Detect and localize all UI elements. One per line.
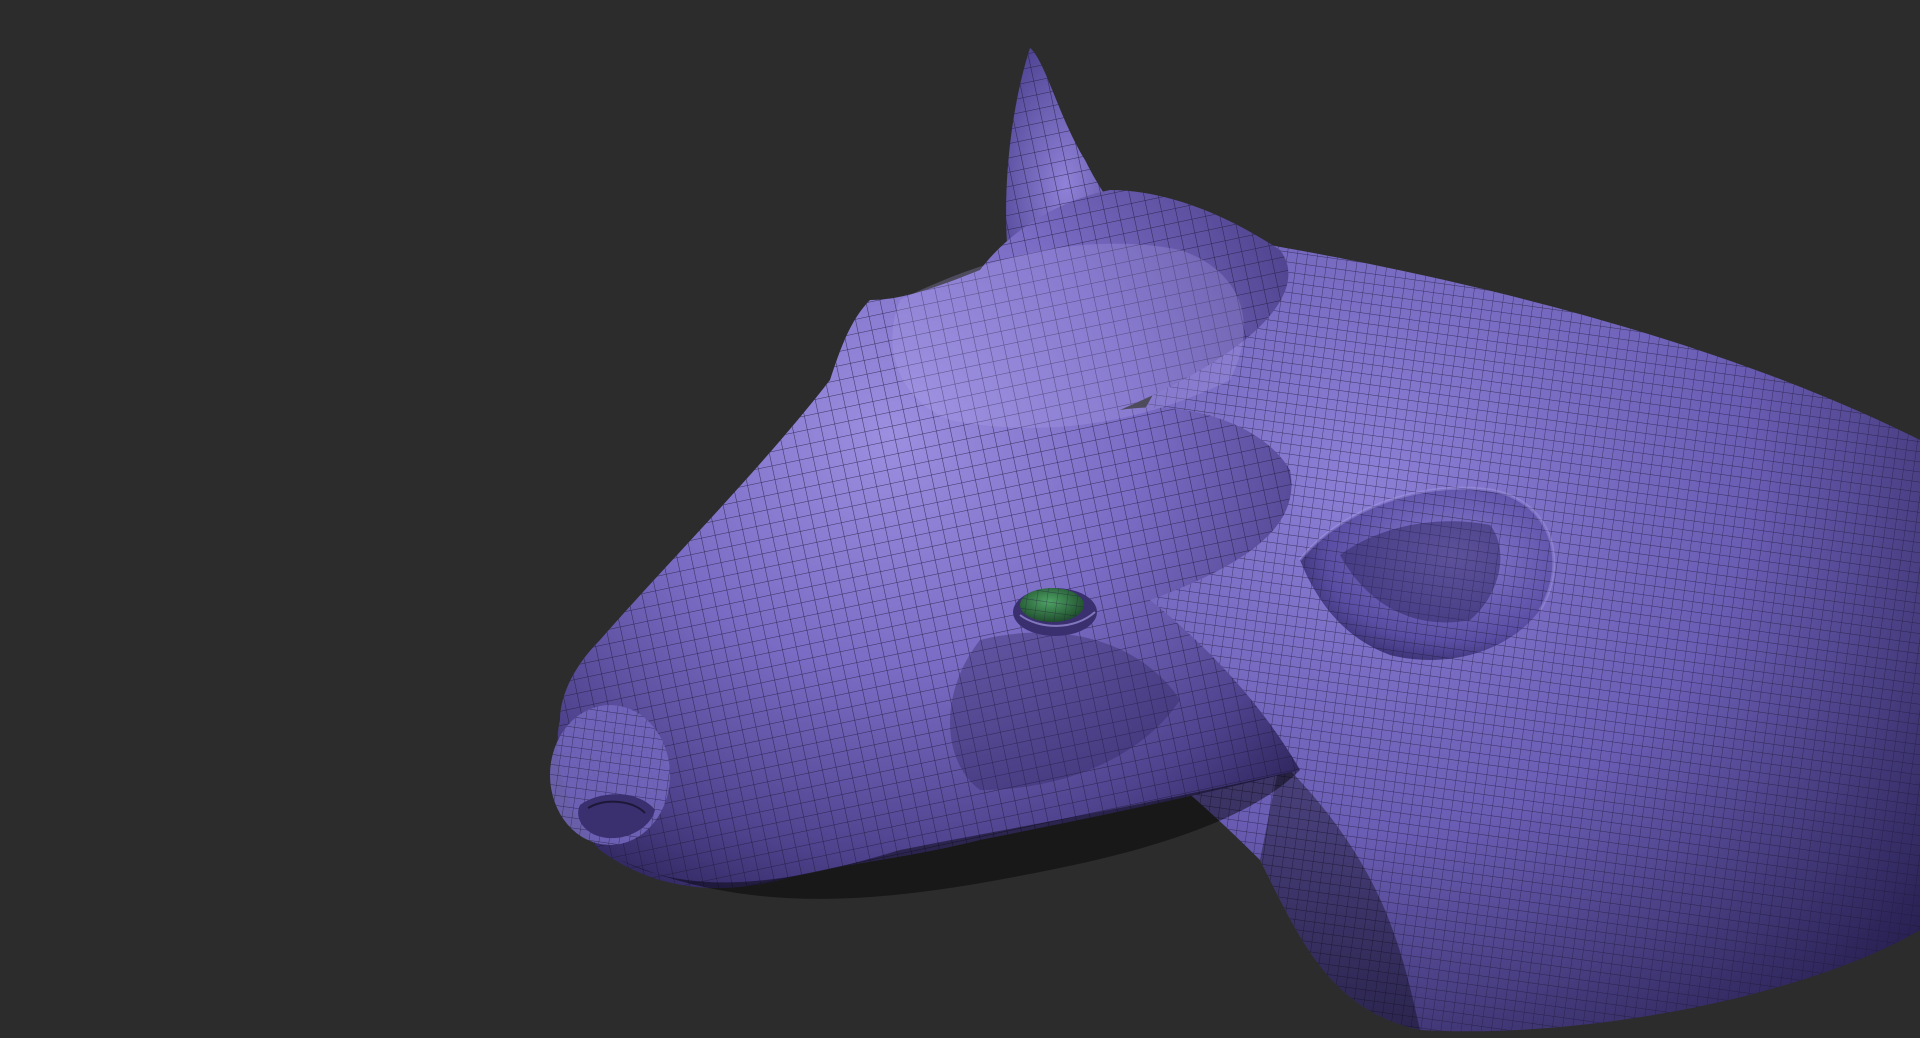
eye-mesh	[1013, 588, 1097, 636]
viewport-canvas[interactable]	[0, 0, 1920, 1038]
sculpt-viewport[interactable]	[0, 0, 1920, 1038]
muzzle-mesh	[550, 705, 670, 845]
